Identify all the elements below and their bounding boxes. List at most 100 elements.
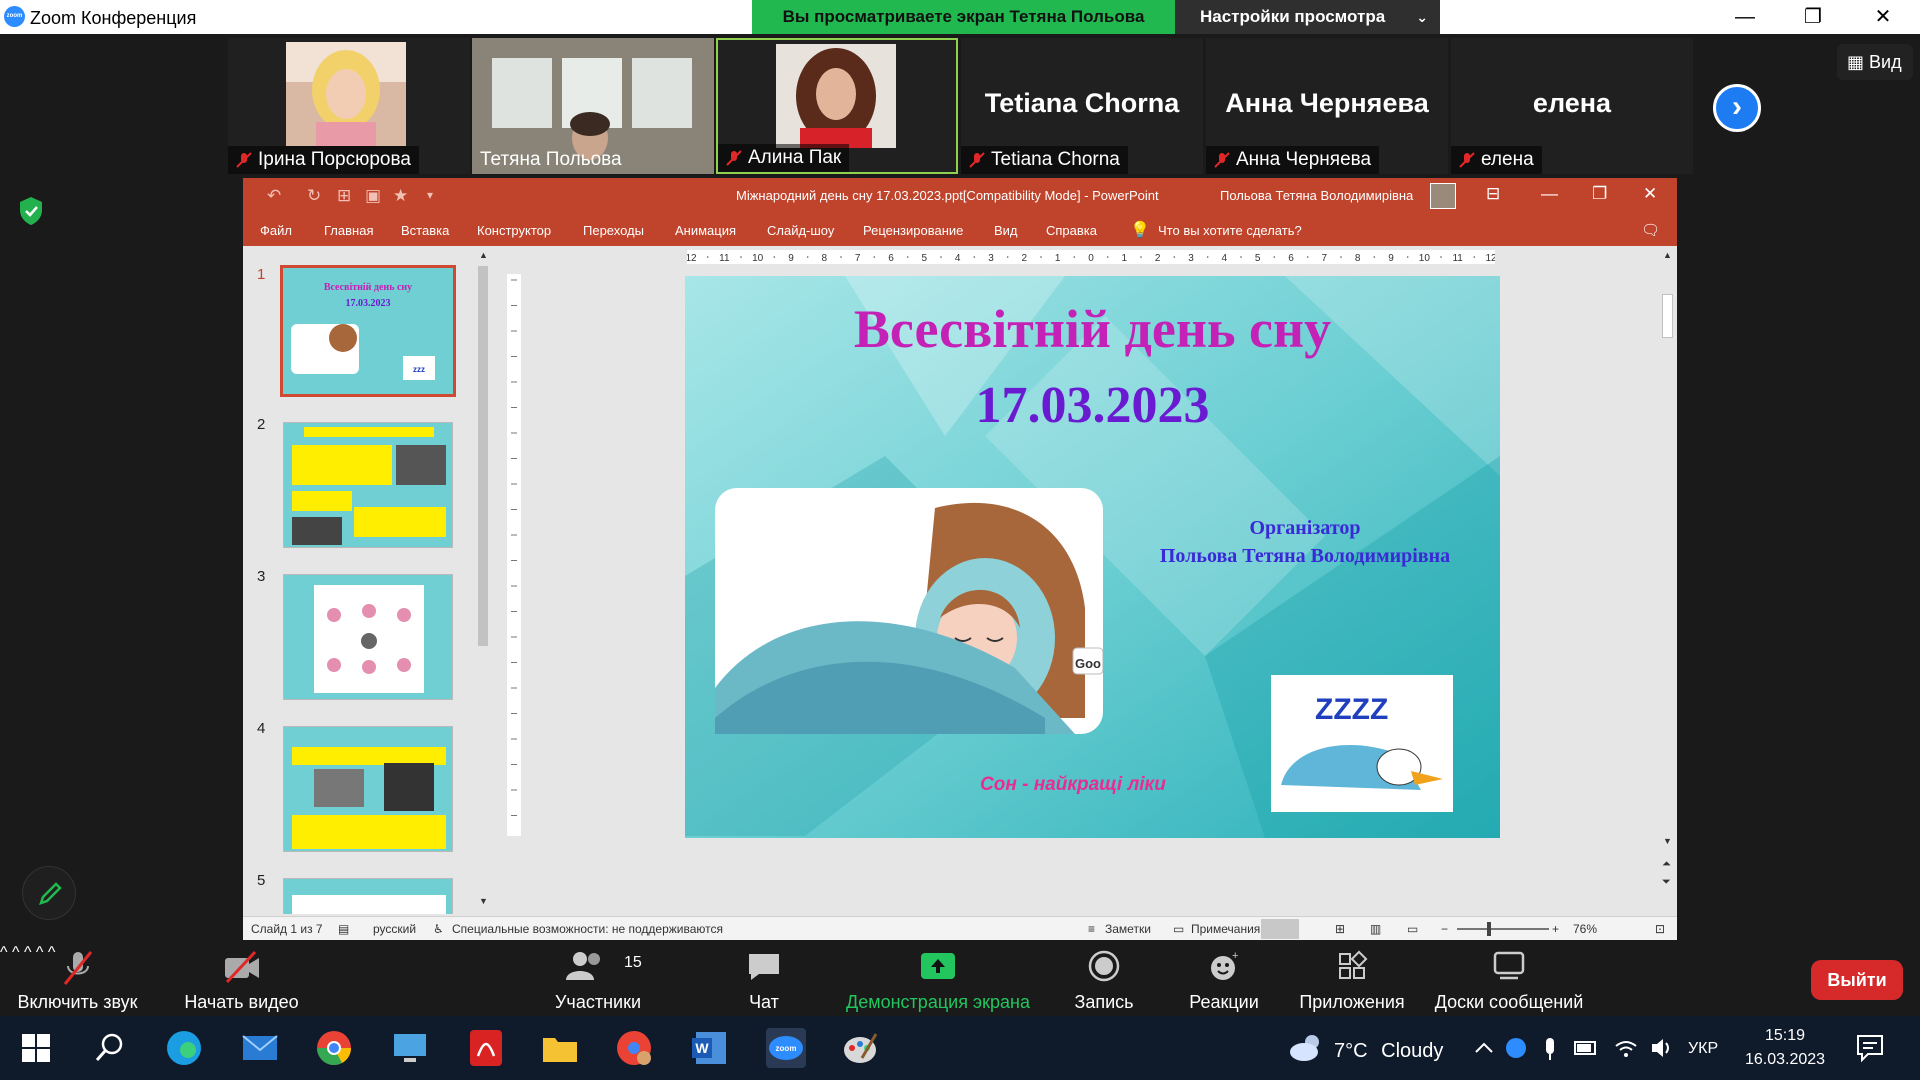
slide-date[interactable]: 17.03.2023	[685, 376, 1500, 435]
leave-meeting-button[interactable]: Выйти	[1811, 960, 1903, 1000]
participant-tile[interactable]: Ірина Порсюрова	[228, 38, 470, 174]
zoom-level[interactable]: 76%	[1573, 922, 1597, 936]
share-screen-button[interactable]: Демонстрация экрана	[836, 944, 1040, 1016]
zoom-app-icon[interactable]: zoom	[766, 1028, 806, 1068]
notifications-icon[interactable]	[1850, 1028, 1890, 1068]
fit-slide-icon[interactable]: ⊡	[1655, 922, 1665, 936]
windows-start-icon[interactable]	[16, 1028, 56, 1068]
sleeping-girl-illustration[interactable]: Goo	[715, 488, 1103, 734]
tab-help[interactable]: Справка	[1046, 223, 1097, 238]
participant-tile-active-speaker[interactable]: Алина Пак	[716, 38, 958, 174]
chrome-profile-icon[interactable]	[614, 1028, 654, 1068]
tab-design[interactable]: Конструктор	[477, 223, 551, 238]
encryption-shield-icon[interactable]	[18, 196, 44, 226]
star-icon[interactable]: ★	[393, 186, 408, 206]
slide-thumbnail[interactable]	[283, 878, 453, 914]
reactions-button[interactable]: + Реакции	[1180, 944, 1268, 1016]
tab-slideshow[interactable]: Слайд-шоу	[767, 223, 834, 238]
notes-button[interactable]: Заметки	[1105, 922, 1151, 936]
editor-scrollbar[interactable]: ▲ ▼ ⏶ ⏷	[1658, 246, 1677, 914]
comments-button[interactable]: Примечания	[1191, 922, 1260, 936]
view-button[interactable]: ▦ Вид	[1837, 44, 1913, 80]
search-icon[interactable]	[90, 1028, 130, 1068]
customize-icon[interactable]: ▾	[427, 188, 433, 202]
edge-browser-icon[interactable]	[164, 1028, 204, 1068]
system-clock[interactable]: 15:19 16.03.2023	[1740, 1024, 1830, 1072]
participant-tile[interactable]: елена елена	[1451, 38, 1693, 174]
slide-sorter-icon[interactable]: ⊞	[1335, 922, 1345, 936]
next-slide-icon[interactable]: ⏷	[1662, 876, 1671, 889]
input-language[interactable]: УКР	[1688, 1040, 1718, 1058]
word-icon[interactable]: W	[690, 1028, 730, 1068]
zoom-slider[interactable]	[1457, 928, 1549, 930]
chat-button[interactable]: Чат	[726, 944, 802, 1016]
slide-thumbnail[interactable]	[283, 574, 453, 700]
participant-tile[interactable]: Tetiana Chorna Tetiana Chorna	[961, 38, 1203, 174]
annotate-pencil-icon[interactable]	[22, 866, 76, 920]
prev-slide-icon[interactable]: ⏶	[1662, 858, 1671, 871]
zoom-in-icon[interactable]: +	[1552, 922, 1559, 936]
zoom-out-icon[interactable]: −	[1441, 922, 1448, 936]
tell-me-search[interactable]: Что вы хотите сделать?	[1158, 223, 1302, 238]
undo-icon[interactable]: ↶	[267, 186, 281, 206]
start-video-button[interactable]: Начать видео	[174, 944, 309, 1016]
tab-insert[interactable]: Вставка	[401, 223, 449, 238]
paint-icon[interactable]	[840, 1028, 880, 1068]
restore-icon[interactable]: ❐	[1790, 2, 1836, 32]
tab-review[interactable]: Рецензирование	[863, 223, 963, 238]
scroll-up-icon[interactable]: ▲	[479, 250, 488, 260]
spellcheck-icon[interactable]: ▤	[338, 922, 349, 936]
present-icon[interactable]: ⊞	[337, 186, 351, 206]
sleeping-duck-illustration[interactable]: ZZZZ	[1271, 675, 1453, 812]
zoom-slider-handle[interactable]	[1487, 922, 1491, 936]
scroll-down-icon[interactable]: ▼	[479, 896, 488, 906]
battery-icon[interactable]	[1572, 1028, 1600, 1068]
ppt-restore-icon[interactable]: ❐	[1592, 184, 1607, 204]
slide-thumbnail-selected[interactable]: Всесвітній день сну 17.03.2023 zzz	[280, 265, 456, 397]
chrome-icon[interactable]	[314, 1028, 354, 1068]
scroll-up-icon[interactable]: ▲	[1663, 250, 1672, 260]
participants-button[interactable]: 15 Участники	[540, 944, 656, 1016]
participant-tile[interactable]: Анна Черняева Анна Черняева	[1206, 38, 1448, 174]
language-indicator[interactable]: русский	[373, 922, 416, 936]
tab-view[interactable]: Вид	[994, 223, 1018, 238]
view-options-button[interactable]: Настройки просмотра ⌄	[1175, 0, 1440, 34]
slide-organizer[interactable]: Організатор Польова Тетяна Володимирівна	[1125, 514, 1485, 570]
apps-button[interactable]: Приложения	[1290, 944, 1414, 1016]
volume-icon[interactable]	[1648, 1028, 1676, 1068]
slide-thumbnail[interactable]	[283, 726, 453, 852]
redo-icon[interactable]: ↻	[307, 186, 321, 206]
comments-icon[interactable]: 🗨	[1641, 221, 1660, 239]
close-icon[interactable]: ✕	[1860, 2, 1906, 32]
slideshow-view-icon[interactable]: ▭	[1407, 922, 1418, 936]
scrollbar-thumb[interactable]	[478, 266, 488, 646]
gallery-next-icon[interactable]: ›	[1713, 84, 1761, 132]
whiteboards-button[interactable]: Доски сообщений	[1432, 944, 1586, 1016]
zoom-tray-icon[interactable]	[1502, 1028, 1530, 1068]
slide-thumbnail[interactable]	[283, 422, 453, 548]
unmute-button[interactable]: Включить звук	[0, 944, 155, 1016]
cloudy-weather-icon[interactable]	[1286, 1028, 1326, 1068]
slide-title[interactable]: Всесвітній день сну	[685, 298, 1500, 360]
tray-chevron-icon[interactable]	[1472, 1028, 1496, 1068]
weather-widget[interactable]: 7°C Cloudy	[1334, 1040, 1443, 1063]
scroll-down-icon[interactable]: ▼	[1663, 836, 1672, 846]
microphone-icon[interactable]	[1538, 1028, 1562, 1068]
scrollbar-thumb[interactable]	[1662, 294, 1673, 338]
ppt-minimize-icon[interactable]: —	[1541, 184, 1558, 204]
remote-desktop-icon[interactable]	[390, 1028, 430, 1068]
accessibility-status[interactable]: Специальные возможности: не поддерживают…	[452, 922, 723, 936]
mail-icon[interactable]	[240, 1028, 280, 1068]
tab-file[interactable]: Файл	[260, 223, 292, 238]
save-icon[interactable]: ▣	[365, 186, 381, 206]
normal-view-icon[interactable]	[1261, 919, 1299, 939]
file-explorer-icon[interactable]	[540, 1028, 580, 1068]
slide-canvas[interactable]: Всесвітній день сну 17.03.2023 Goo Орган…	[685, 276, 1500, 838]
ppt-close-icon[interactable]: ✕	[1643, 184, 1657, 204]
tab-home[interactable]: Главная	[324, 223, 373, 238]
participant-tile[interactable]: Тетяна Польова	[472, 38, 714, 174]
record-button[interactable]: Запись	[1060, 944, 1148, 1016]
slide-slogan[interactable]: Сон - найкращі ліки	[980, 774, 1166, 796]
ribbon-display-icon[interactable]: ⊟	[1486, 184, 1500, 204]
acrobat-icon[interactable]	[466, 1028, 506, 1068]
